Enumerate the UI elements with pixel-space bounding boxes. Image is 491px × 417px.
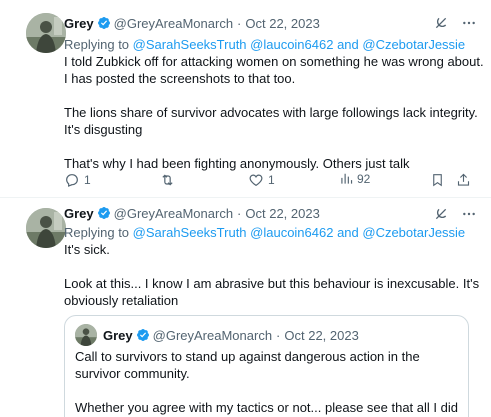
avatar <box>75 324 97 346</box>
share-button[interactable] <box>456 172 471 188</box>
tweet-top-actions <box>433 206 477 222</box>
more-icon[interactable] <box>461 15 477 31</box>
share-icon <box>456 172 471 188</box>
more-icon[interactable] <box>461 206 477 222</box>
grok-icon[interactable] <box>433 206 449 222</box>
bookmark-icon <box>430 172 445 188</box>
quoted-tweet[interactable]: Grey @GreyAreaMonarch · Oct 22, 2023 Cal… <box>64 315 469 417</box>
separator-dot: · <box>237 15 242 31</box>
user-handle: @GreyAreaMonarch <box>152 327 273 343</box>
separator-dot: · <box>237 205 242 221</box>
verified-badge-icon <box>97 206 111 220</box>
avatar[interactable] <box>26 13 66 53</box>
retweet-button[interactable] <box>159 172 180 188</box>
tweet-date: Oct 22, 2023 <box>284 327 359 343</box>
tweet-paragraph: That's why I had been fighting anonymous… <box>64 156 410 171</box>
retweet-icon <box>159 172 176 188</box>
replying-to-label: Replying to <box>64 37 133 52</box>
quoted-tweet-text: Call to survivors to stand up against da… <box>75 348 460 417</box>
like-button[interactable]: 1 <box>248 172 275 188</box>
tweet-paragraph: Call to survivors to stand up against da… <box>75 349 420 381</box>
avatar[interactable] <box>26 208 66 248</box>
tweet-paragraph: It's sick. <box>64 242 110 257</box>
display-name[interactable]: Grey <box>64 206 94 221</box>
tweet-paragraph: I told Zubkick off for attacking women o… <box>64 54 484 86</box>
reply-count: 1 <box>84 173 91 187</box>
replying-to: Replying to @SarahSeeksTruth @laucoin646… <box>64 225 465 240</box>
avatar-image <box>26 13 66 53</box>
separator-dot: · <box>276 327 281 343</box>
tweet-top-actions <box>433 15 477 31</box>
tweet-header: Grey @GreyAreaMonarch · Oct 22, 2023 <box>64 204 320 222</box>
verified-badge-icon <box>97 16 111 30</box>
like-icon <box>248 172 264 188</box>
reply-button[interactable]: 1 <box>64 172 91 188</box>
tweet-text: It's sick. Look at this... I know I am a… <box>64 241 484 309</box>
avatar-image <box>26 208 66 248</box>
reply-icon <box>64 172 80 188</box>
views-count: 92 <box>357 172 371 186</box>
tweet-header: Grey @GreyAreaMonarch · Oct 22, 2023 <box>64 14 320 32</box>
display-name[interactable]: Grey <box>64 16 94 31</box>
verified-badge-icon <box>136 328 150 342</box>
tweet-date[interactable]: Oct 22, 2023 <box>245 206 319 221</box>
tweet-text: I told Zubkick off for attacking women o… <box>64 53 484 172</box>
like-count: 1 <box>268 173 275 187</box>
user-handle[interactable]: @GreyAreaMonarch <box>114 206 233 221</box>
tweet[interactable]: Grey @GreyAreaMonarch · Oct 22, 2023 Rep… <box>0 0 491 198</box>
reply-mentions[interactable]: @SarahSeeksTruth @laucoin6462 and @Czebo… <box>133 37 466 52</box>
bookmark-button[interactable] <box>430 172 445 188</box>
tweet-date[interactable]: Oct 22, 2023 <box>245 16 319 31</box>
grok-icon[interactable] <box>433 15 449 31</box>
quoted-tweet-header: Grey @GreyAreaMonarch · Oct 22, 2023 <box>75 324 359 346</box>
replying-to: Replying to @SarahSeeksTruth @laucoin646… <box>64 37 465 52</box>
tweet[interactable]: Grey @GreyAreaMonarch · Oct 22, 2023 Rep… <box>0 198 491 417</box>
user-handle[interactable]: @GreyAreaMonarch <box>114 16 233 31</box>
reply-mentions[interactable]: @SarahSeeksTruth @laucoin6462 and @Czebo… <box>133 225 466 240</box>
tweet-paragraph: Whether you agree with my tactics or not… <box>75 400 458 415</box>
replying-to-label: Replying to <box>64 225 133 240</box>
tweet-paragraph: Look at this... I know I am abrasive but… <box>64 276 480 308</box>
display-name: Grey <box>103 327 133 343</box>
views-button[interactable]: 92 <box>339 172 370 186</box>
views-icon <box>339 172 353 186</box>
tweet-action-bar: 1 1 92 <box>64 172 476 190</box>
tweet-paragraph: The lions share of survivor advocates wi… <box>64 105 478 137</box>
